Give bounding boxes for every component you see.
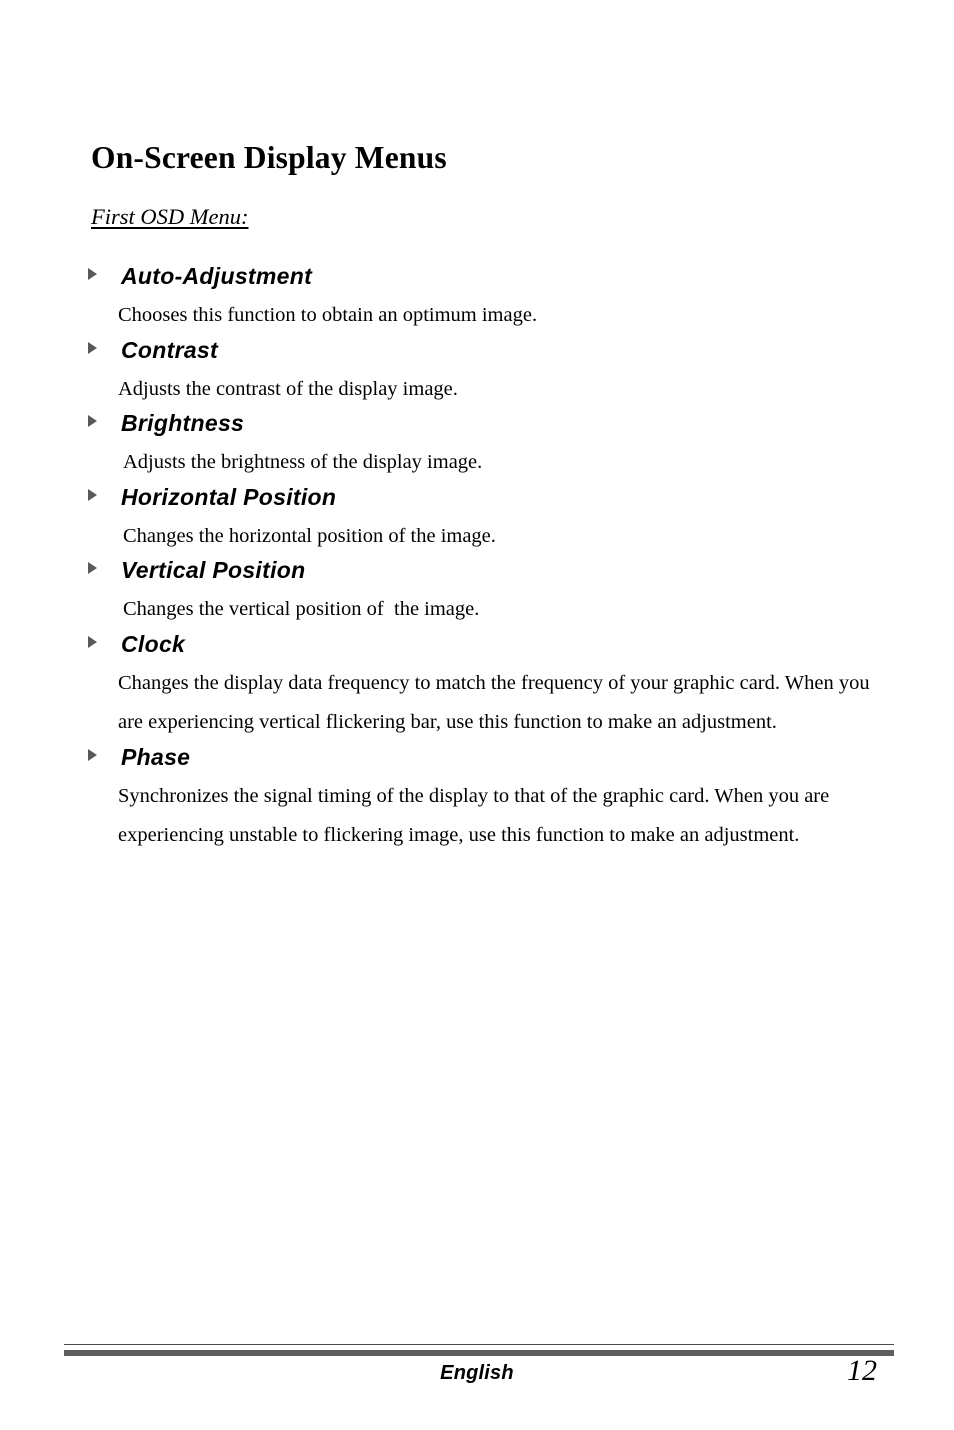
- document-page: On-Screen Display Menus First OSD Menu: …: [0, 0, 954, 1430]
- list-item-description: Adjusts the contrast of the display imag…: [118, 377, 458, 400]
- list-item-heading: Vertical Position: [121, 557, 306, 583]
- list-item-heading: Brightness: [121, 410, 245, 436]
- list-item-heading-row: Vertical Position: [0, 556, 954, 590]
- osd-menu-list: Auto-Adjustment Chooses this function to…: [0, 262, 954, 856]
- list-item-heading-row: Clock: [0, 630, 954, 664]
- list-item-heading: Horizontal Position: [121, 483, 337, 510]
- triangle-right-bullet-icon: [88, 341, 97, 354]
- list-item-description: Changes the vertical position of the ima…: [123, 598, 480, 620]
- list-item-heading: Contrast: [121, 336, 218, 363]
- list-item-heading-row: Brightness: [0, 409, 954, 443]
- triangle-right-bullet-icon: [88, 635, 97, 648]
- triangle-right-bullet-icon: [88, 415, 97, 427]
- page-title: On-Screen Display Menus: [91, 140, 447, 176]
- list-item-heading-row: Phase: [0, 743, 954, 777]
- list-item-description: Changes the display data frequency to ma…: [118, 671, 875, 734]
- list-item: Vertical Position Changes the vertical p…: [0, 556, 954, 630]
- footer-divider-thin: [64, 1344, 894, 1345]
- list-item: Clock Changes the display data frequency…: [0, 630, 954, 743]
- footer-page-number: 12: [847, 1354, 877, 1387]
- triangle-right-bullet-icon: [88, 748, 97, 761]
- list-item-heading: Clock: [121, 630, 186, 657]
- list-item-description: Chooses this function to obtain an optim…: [118, 304, 538, 326]
- triangle-right-bullet-icon: [88, 268, 97, 280]
- list-item-description: Adjusts the brightness of the display im…: [123, 451, 483, 473]
- list-item-heading: Phase: [121, 743, 191, 770]
- list-item: Phase Synchronizes the signal timing of …: [0, 743, 954, 856]
- triangle-right-bullet-icon: [88, 562, 97, 574]
- footer-language-label: English: [440, 1362, 514, 1384]
- section-label: First OSD Menu:: [91, 204, 249, 229]
- list-item: Auto-Adjustment Chooses this function to…: [0, 262, 954, 336]
- list-item-heading-row: Contrast: [0, 336, 954, 370]
- list-item-description: Synchronizes the signal timing of the di…: [118, 784, 835, 847]
- list-item-heading: Auto-Adjustment: [121, 263, 313, 289]
- list-item: Brightness Adjusts the brightness of the…: [0, 409, 954, 483]
- list-item-description: Changes the horizontal position of the i…: [123, 524, 496, 547]
- triangle-right-bullet-icon: [88, 488, 97, 501]
- footer-divider-thick: [64, 1350, 894, 1356]
- list-item: Horizontal Position Changes the horizont…: [0, 483, 954, 557]
- list-item: Contrast Adjusts the contrast of the dis…: [0, 336, 954, 410]
- list-item-heading-row: Auto-Adjustment: [0, 262, 954, 296]
- list-item-heading-row: Horizontal Position: [0, 483, 954, 517]
